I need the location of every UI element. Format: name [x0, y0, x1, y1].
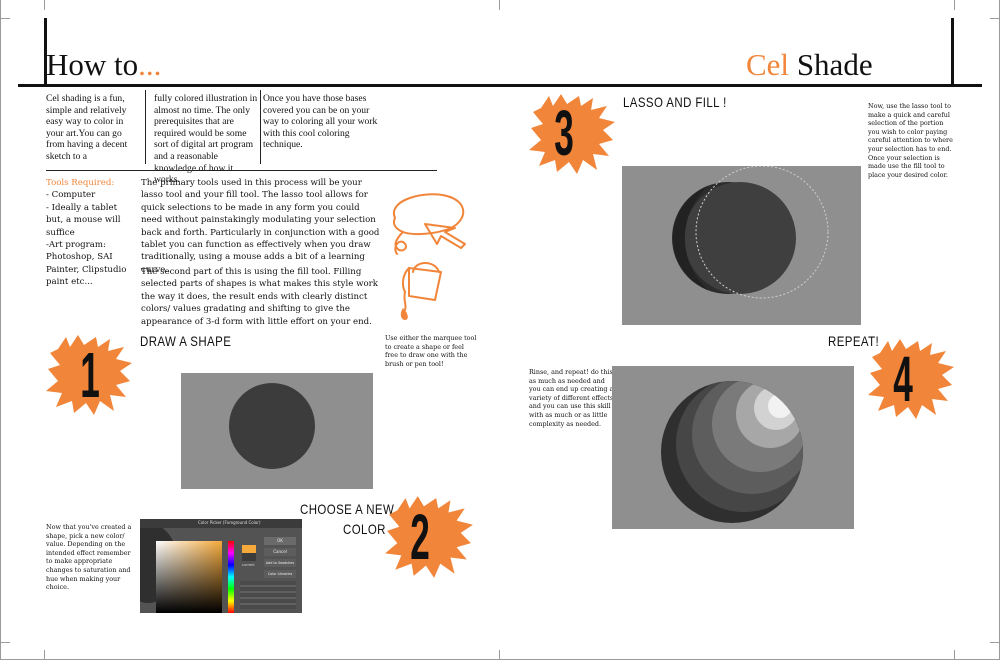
page-title-right: Cel Shade [746, 48, 873, 82]
step-2-number: 2 [410, 501, 430, 573]
step-2-caption: Now that you've created a shape, pick a … [46, 523, 132, 592]
title-ellipsis: ... [138, 47, 162, 82]
title-shade: Shade [789, 47, 873, 82]
step-4-caption: Rinse, and repeat! do this as much as ne… [529, 368, 614, 428]
step-3-number: 3 [554, 97, 574, 169]
step-3-title: LASSO AND FILL ! [623, 94, 727, 110]
color-libraries-button[interactable]: Color Libraries [264, 570, 296, 578]
intro-column-3: Once you have those bases covered you ca… [263, 93, 378, 151]
step-4-number: 4 [893, 343, 913, 415]
step-1-circle [229, 383, 315, 469]
step-3-caption: Now, use the lasso tool to make a quick … [868, 102, 953, 179]
main-paragraph-1: The primary tools used in this process w… [141, 178, 380, 275]
intro-divider-1 [145, 90, 146, 164]
crop-mark [954, 0, 955, 10]
step-4-art [661, 381, 803, 523]
step-1-caption: Use either the marquee tool to create a … [385, 334, 477, 368]
cancel-button[interactable]: Cancel [264, 548, 296, 556]
crop-mark [0, 642, 10, 643]
color-swatch-new [242, 545, 256, 553]
step-3-canvas [622, 166, 861, 325]
tools-heading: Tools Required: [46, 178, 115, 188]
crop-mark [44, 0, 45, 10]
hue-slider[interactable] [228, 541, 234, 613]
main-paragraph-2: The second part of this is using the fil… [141, 267, 378, 327]
current-label: current [242, 563, 255, 567]
tools-item: - Ideally a tablet but, a mouse will suf… [46, 202, 121, 238]
color-field[interactable] [156, 541, 222, 613]
ok-button[interactable]: OK [264, 537, 296, 545]
header-bottom-rule [18, 84, 982, 87]
crop-mark [499, 0, 500, 10]
title-cel: Cel [746, 47, 790, 82]
step-2-title-line-2: COLOR [343, 521, 386, 537]
intro-column-1: Cel shading is a fun, simple and relativ… [46, 93, 128, 162]
tools-item: - Computer [46, 190, 96, 201]
page-title-left: How to... [46, 48, 161, 82]
color-swatch-current [242, 553, 256, 561]
header-right-rule [951, 18, 954, 86]
add-to-swatches-button[interactable]: Add to Swatches [264, 559, 296, 567]
intro-divider-2 [260, 90, 261, 164]
tools-required: Tools Required: - Computer - Ideally a t… [46, 177, 136, 289]
step-2-title-line-1: CHOOSE A NEW [300, 501, 395, 517]
intro-bottom-rule [46, 170, 437, 171]
color-picker-dialog: Color Picker (Foreground Color) current … [140, 519, 302, 613]
step-4-canvas [612, 366, 854, 529]
page-edge [0, 0, 1, 660]
step-1-title: DRAW A SHAPE [140, 333, 232, 349]
intro-column-2: fully colored illustration in almost no … [154, 93, 258, 186]
step-3-art [672, 166, 829, 299]
tools-item: -Art program: Photoshop, SAI Painter, Cl… [46, 240, 127, 288]
crop-mark [0, 18, 10, 19]
lasso-tool-illustration [392, 193, 466, 320]
dialog-title: Color Picker (Foreground Color) [198, 520, 261, 525]
step-1-number: 1 [80, 339, 100, 411]
value-fields[interactable] [240, 581, 296, 609]
title-how-to: How to [46, 47, 139, 82]
